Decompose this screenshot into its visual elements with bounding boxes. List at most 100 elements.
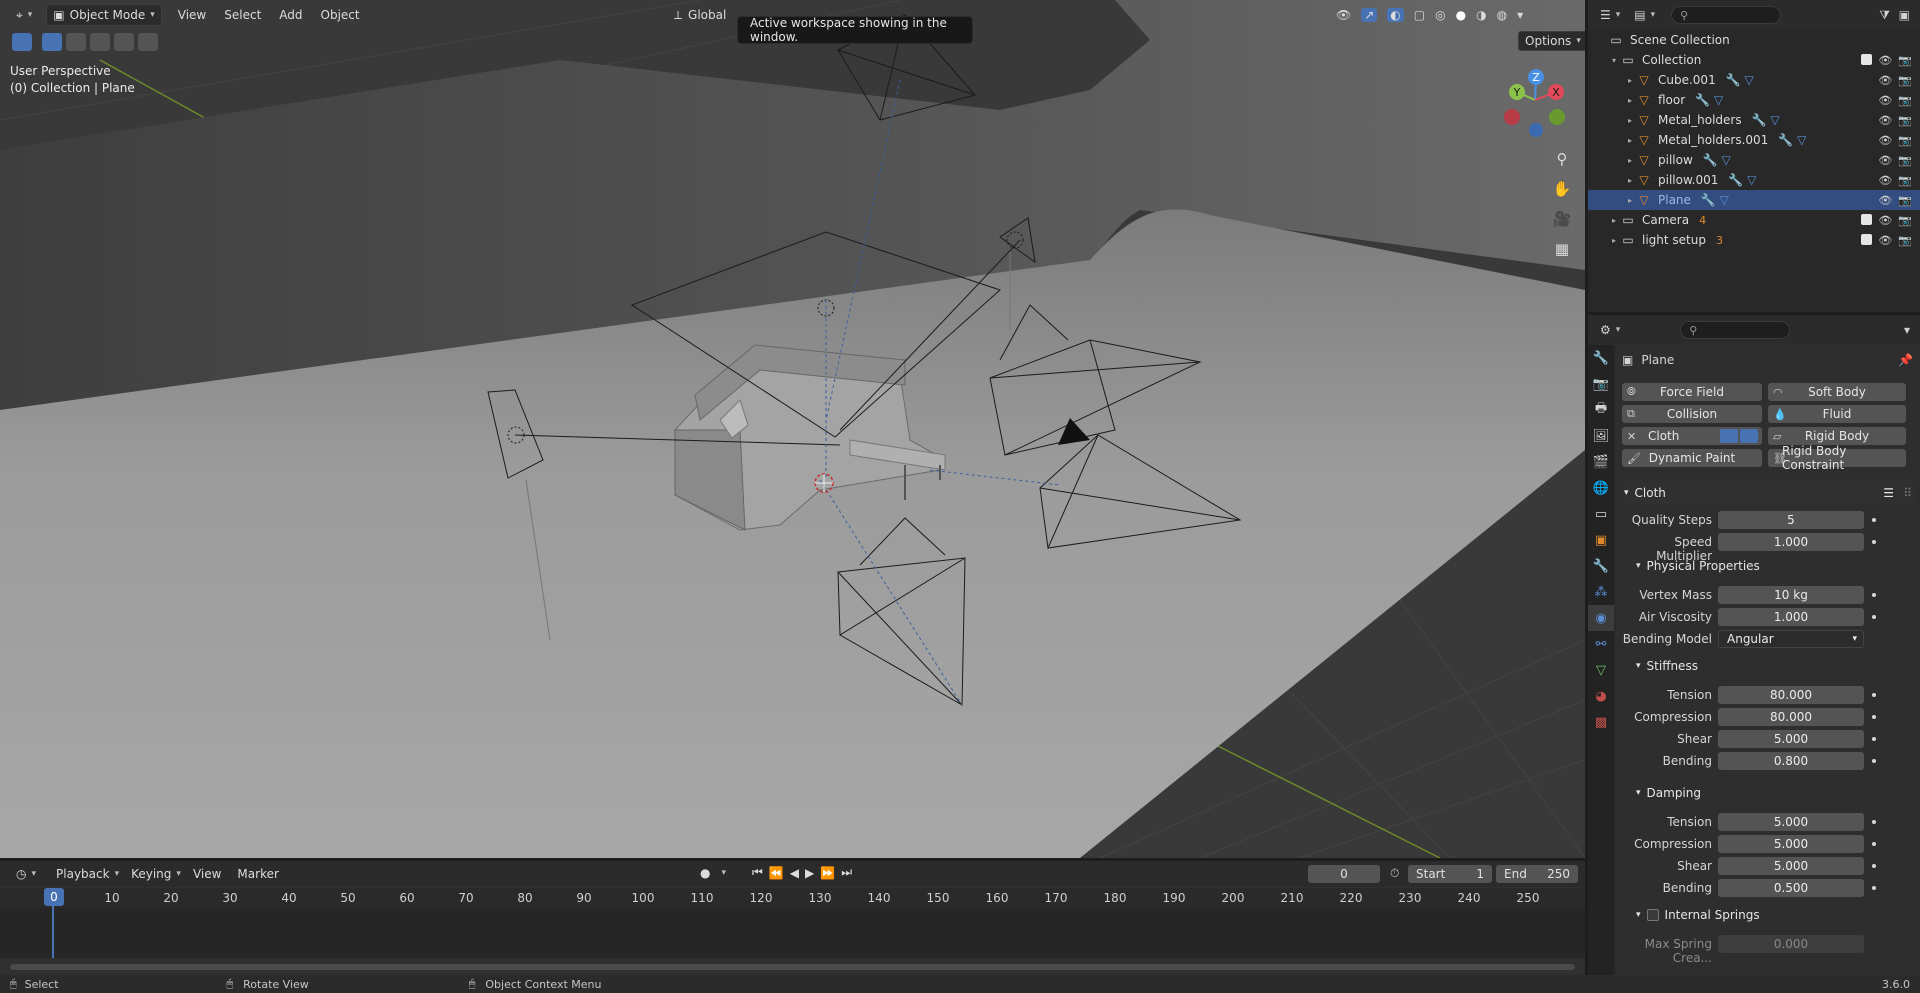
cloth-button[interactable]: ✕ Cloth xyxy=(1622,427,1762,445)
expand-arrow-icon[interactable]: ▸ xyxy=(1624,176,1636,185)
eye-icon[interactable]: 👁 xyxy=(1878,134,1892,147)
new-collection-icon[interactable]: ▣ xyxy=(1899,8,1910,22)
eye-icon[interactable]: 👁 xyxy=(1878,54,1892,67)
visibility-icon[interactable]: 👁 xyxy=(1336,8,1351,22)
options-button[interactable]: Options ▾ xyxy=(1518,31,1585,51)
cloth-render-toggle-icon[interactable] xyxy=(1740,429,1758,443)
outliner-editor-type-icon[interactable]: ☰ xyxy=(1600,8,1611,22)
eye-icon[interactable]: 👁 xyxy=(1878,154,1892,167)
object-tab-icon[interactable]: ▣ xyxy=(1588,527,1614,553)
eye-icon[interactable]: 👁 xyxy=(1878,74,1892,87)
pan-hand-icon[interactable]: ✋ xyxy=(1549,176,1575,202)
rendered-shading-icon[interactable]: ◍ xyxy=(1497,8,1507,22)
vertex-mass-field[interactable]: 10 kg xyxy=(1718,586,1864,604)
menu-object[interactable]: Object xyxy=(315,4,366,26)
modifier-tab-icon[interactable]: 🔧 xyxy=(1588,553,1614,579)
keyframe-dot-icon[interactable] xyxy=(1872,820,1876,824)
timeline-editor[interactable]: ◷ ▾ Playback ▾ Keying ▾ View Marker ● ▾ ⏮ ⏪ … xyxy=(0,861,1585,979)
menu-playback[interactable]: Playback ▾ xyxy=(50,863,125,885)
outliner-row[interactable]: ▸ ▭ light setup 3 👁 📷 xyxy=(1588,230,1920,250)
stiffness-tension-field[interactable]: 80.000 xyxy=(1718,686,1864,704)
eye-icon[interactable]: 👁 xyxy=(1878,94,1892,107)
internal-springs-header[interactable]: ▾ Internal Springs xyxy=(1636,904,1920,926)
keyframe-area[interactable] xyxy=(0,888,1585,958)
shading-options-icon[interactable]: ▾ xyxy=(1517,8,1523,22)
modifier-data-icon[interactable]: 🔧 ▽ xyxy=(1703,153,1731,167)
cloth-panel-header[interactable]: ▾ Cloth ☰ ⠿ xyxy=(1624,482,1914,504)
force-field-button[interactable]: ⦾ Force Field xyxy=(1622,383,1762,401)
camera-render-icon[interactable]: 📷 xyxy=(1898,174,1912,187)
play-reverse-icon[interactable]: ◀ xyxy=(790,866,799,880)
eye-icon[interactable]: 👁 xyxy=(1878,174,1892,187)
bending-model-select[interactable]: Angular ▾ xyxy=(1718,630,1864,648)
playhead-frame-indicator[interactable]: 0 xyxy=(44,888,64,906)
collection-tab-icon[interactable]: ▭ xyxy=(1588,501,1614,527)
expand-arrow-icon[interactable]: ▸ xyxy=(1624,156,1636,165)
physics-tab-icon[interactable]: ◉ xyxy=(1588,605,1614,631)
jump-keyframe-back-icon[interactable]: ⏪ xyxy=(769,866,784,880)
outliner-editor[interactable]: ☰ ▾ ▤ ▾ ⚲ ⧩ ▣ ▭ Scene Collection ▾ ▭ Collectio… xyxy=(1588,0,1920,312)
constraints-tab-icon[interactable]: ⚯ xyxy=(1588,631,1614,657)
outliner-scene-collection[interactable]: ▭ Scene Collection xyxy=(1588,30,1920,50)
modifier-data-icon[interactable]: 🔧 ▽ xyxy=(1726,73,1754,87)
pin-icon[interactable]: 📌 xyxy=(1898,353,1913,367)
stiffness-header[interactable]: ▾ Stiffness xyxy=(1636,655,1920,677)
expand-arrow-icon[interactable]: ▸ xyxy=(1608,236,1620,245)
frame-ruler[interactable]: 10 20 30 40 50 60 70 80 90 100 110 120 130 140 150 160 1… xyxy=(0,888,1585,908)
render-tab-icon[interactable]: 📷 xyxy=(1588,371,1614,397)
modifier-data-icon[interactable]: 🔧 ▽ xyxy=(1752,113,1780,127)
keyframe-dot-icon[interactable] xyxy=(1872,715,1876,719)
eye-icon[interactable]: 👁 xyxy=(1878,214,1892,227)
camera-view-icon[interactable]: 🎥 xyxy=(1549,206,1575,232)
material-shading-icon[interactable]: ◑ xyxy=(1476,8,1486,22)
menu-view[interactable]: View xyxy=(172,4,212,26)
solid-shading-icon[interactable]: ● xyxy=(1456,8,1466,22)
damping-compression-field[interactable]: 5.000 xyxy=(1718,835,1864,853)
eye-icon[interactable]: 👁 xyxy=(1878,114,1892,127)
outliner-row[interactable]: ▸ ▽ Cube.001 🔧 ▽ 👁 📷 xyxy=(1588,70,1920,90)
outliner-row[interactable]: ▸ ▽ pillow.001 🔧 ▽ 👁 📷 xyxy=(1588,170,1920,190)
expand-arrow-icon[interactable]: ▸ xyxy=(1624,136,1636,145)
particles-tab-icon[interactable]: ⁂ xyxy=(1588,579,1614,605)
camera-render-icon[interactable]: 📷 xyxy=(1898,134,1912,147)
properties-editor-type-icon[interactable]: ⚙ xyxy=(1600,323,1611,337)
damping-tension-field[interactable]: 5.000 xyxy=(1718,813,1864,831)
modifier-data-icon[interactable]: 🔧 ▽ xyxy=(1695,93,1723,107)
menu-marker[interactable]: Marker xyxy=(231,863,284,885)
expand-arrow-icon[interactable]: ▸ xyxy=(1624,96,1636,105)
world-tab-icon[interactable]: 🌐 xyxy=(1588,475,1614,501)
keyframe-dot-icon[interactable] xyxy=(1872,842,1876,846)
jump-start-icon[interactable]: ⏮ xyxy=(752,865,763,880)
gizmo-toggle-icon[interactable]: ↗ xyxy=(1361,8,1378,22)
mode-selector[interactable]: ▣ Object Mode ▾ xyxy=(46,4,162,26)
wireframe-shading-icon[interactable]: ◎ xyxy=(1435,8,1445,22)
camera-render-icon[interactable]: 📷 xyxy=(1898,74,1912,87)
camera-render-icon[interactable]: 📷 xyxy=(1898,234,1912,247)
outliner-row[interactable]: ▸ ▭ Camera 4 👁 📷 xyxy=(1588,210,1920,230)
keyframe-dot-icon[interactable] xyxy=(1872,518,1876,522)
damping-bending-field[interactable]: 0.500 xyxy=(1718,879,1864,897)
speed-multiplier-field[interactable]: 1.000 xyxy=(1718,533,1864,551)
view-layer-tab-icon[interactable]: 🖼 xyxy=(1588,423,1614,449)
camera-render-icon[interactable]: 📷 xyxy=(1898,94,1912,107)
current-frame-field[interactable]: 0 xyxy=(1308,865,1380,883)
damping-header[interactable]: ▾ Damping xyxy=(1636,782,1920,804)
outliner-row[interactable]: ▾ ▭ Collection 👁 📷 xyxy=(1588,50,1920,70)
tool-tab-icon[interactable]: 🔧 xyxy=(1588,345,1614,371)
eye-icon[interactable]: 👁 xyxy=(1878,194,1892,207)
camera-render-icon[interactable]: 📷 xyxy=(1898,214,1912,227)
presets-list-icon[interactable]: ☰ xyxy=(1883,486,1894,500)
outliner-row[interactable]: ▸ ▽ Metal_holders 🔧 ▽ 👁 📷 xyxy=(1588,110,1920,130)
data-tab-icon[interactable]: ▽ xyxy=(1588,657,1614,683)
start-frame-field[interactable]: Start 1 xyxy=(1408,865,1492,883)
filter-icon[interactable]: ⧩ xyxy=(1879,8,1890,23)
outliner-row[interactable]: ▸ ▽ pillow 🔧 ▽ 👁 📷 xyxy=(1588,150,1920,170)
3d-viewport[interactable]: Z Y X ⌖ ▾ ▣ Object Mode ▾ View Select Add … xyxy=(0,0,1585,858)
collision-button[interactable]: ⧉ Collision xyxy=(1622,405,1762,423)
expand-arrow-icon[interactable]: ▸ xyxy=(1608,216,1620,225)
select-extend-icon[interactable] xyxy=(66,33,86,51)
stiffness-compression-field[interactable]: 80.000 xyxy=(1718,708,1864,726)
select-intersect-icon[interactable] xyxy=(138,33,158,51)
remove-cloth-icon[interactable]: ✕ xyxy=(1627,430,1636,443)
jump-end-icon[interactable]: ⏭ xyxy=(841,865,852,880)
